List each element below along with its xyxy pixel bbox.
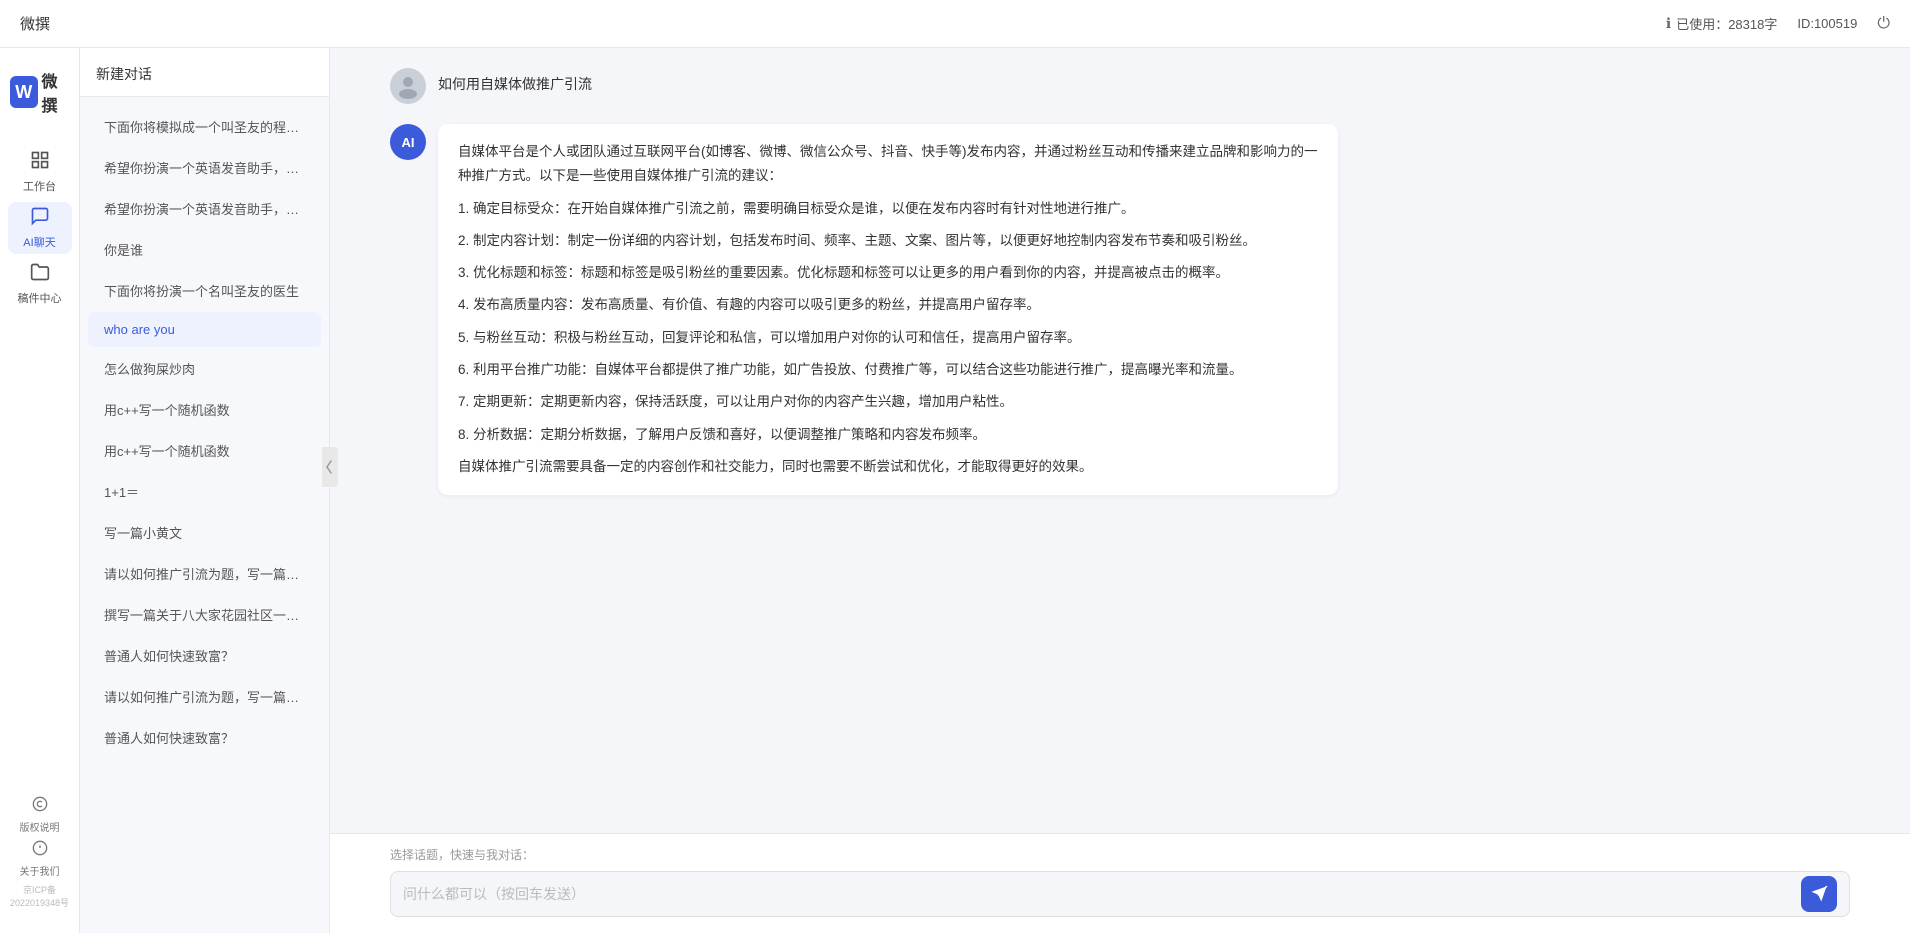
- chat-history-item-4[interactable]: 你是谁: [88, 230, 321, 269]
- copyright-icon: [32, 796, 48, 817]
- drafts-label: 稿件中心: [18, 290, 62, 306]
- chat-history-item-10[interactable]: 1+1＝: [88, 472, 321, 511]
- send-button[interactable]: [1801, 876, 1837, 912]
- chat-history-item-1[interactable]: 下面你将模拟成一个叫圣友的程序员，我说...: [88, 107, 321, 146]
- about-item[interactable]: 关于我们: [8, 839, 72, 879]
- new-chat-label[interactable]: 新建对话: [96, 66, 152, 82]
- input-area: 选择话题，快速与我对话：: [330, 833, 1910, 933]
- chat-sidebar: 新建对话 下面你将模拟成一个叫圣友的程序员，我说... 希望你扮演一个英语发音助…: [80, 48, 330, 933]
- info-icon: ℹ: [1666, 15, 1671, 32]
- chat-history-item-6[interactable]: who are you: [88, 312, 321, 347]
- ai-chat-label: AI聊天: [23, 234, 55, 250]
- ai-point-6: 6. 利用平台推广功能：自媒体平台都提供了推广功能，如广告投放、付费推广等，可以…: [458, 358, 1318, 382]
- sidebar-item-ai-chat[interactable]: AI聊天: [8, 202, 72, 254]
- chat-history-item-12[interactable]: 请以如何推广引流为题，写一篇大纲: [88, 554, 321, 593]
- sidebar-item-drafts[interactable]: 稿件中心: [8, 258, 72, 310]
- about-icon: [32, 840, 48, 861]
- nav-bottom: 版权说明 关于我们 京ICP备2022019348号: [0, 795, 79, 917]
- icp-text: 京ICP备2022019348号: [0, 883, 79, 909]
- usage-info: ℹ 已使用：28318字: [1666, 14, 1777, 33]
- chat-history-list: 下面你将模拟成一个叫圣友的程序员，我说... 希望你扮演一个英语发音助手，我提供…: [80, 97, 329, 933]
- topbar-right: ℹ 已使用：28318字 ID:100519 ⏻: [1666, 14, 1890, 33]
- ai-point-3: 3. 优化标题和标签：标题和标签是吸引粉丝的重要因素。优化标题和标签可以让更多的…: [458, 261, 1318, 285]
- user-avatar: [390, 68, 426, 104]
- app-title: 微撰: [20, 13, 50, 34]
- collapse-sidebar-button[interactable]: [322, 447, 338, 487]
- ai-message: AI 自媒体平台是个人或团队通过互联网平台(如博客、微博、微信公众号、抖音、快手…: [390, 124, 1850, 495]
- chat-history-item-16[interactable]: 普通人如何快速致富？: [88, 718, 321, 757]
- quick-topics-label: 选择话题，快速与我对话：: [390, 846, 1850, 863]
- sidebar-item-workbench[interactable]: 工作台: [8, 146, 72, 198]
- usage-label: 已使用：28318字: [1676, 14, 1777, 33]
- id-label: ID:100519: [1797, 16, 1857, 31]
- sidebar-header: 新建对话: [80, 48, 329, 97]
- chat-area: 如何用自媒体做推广引流 AI 自媒体平台是个人或团队通过互联网平台(如博客、微博…: [330, 48, 1910, 933]
- ai-point-2: 2. 制定内容计划：制定一份详细的内容计划，包括发布时间、频率、主题、文案、图片…: [458, 229, 1318, 253]
- chat-history-item-14[interactable]: 普通人如何快速致富？: [88, 636, 321, 675]
- ai-point-5: 5. 与粉丝互动：积极与粉丝互动，回复评论和私信，可以增加用户对你的认可和信任，…: [458, 326, 1318, 350]
- chat-input[interactable]: [403, 872, 1801, 916]
- chat-history-item-7[interactable]: 怎么做狗屎炒肉: [88, 349, 321, 388]
- chat-icon: [30, 206, 50, 231]
- ai-point-4: 4. 发布高质量内容：发布高质量、有价值、有趣的内容可以吸引更多的粉丝，并提高用…: [458, 293, 1318, 317]
- ai-conclusion: 自媒体推广引流需要具备一定的内容创作和社交能力，同时也需要不断尝试和优化，才能取…: [458, 455, 1318, 479]
- input-box: [390, 871, 1850, 917]
- chat-history-item-15[interactable]: 请以如何推广引流为题，写一篇大纲: [88, 677, 321, 716]
- user-message-text: 如何用自媒体做推广引流: [438, 68, 592, 94]
- chat-history-item-5[interactable]: 下面你将扮演一个名叫圣友的医生: [88, 271, 321, 310]
- chat-history-item-2[interactable]: 希望你扮演一个英语发音助手，我提供给你...: [88, 148, 321, 187]
- topbar: 微撰 ℹ 已使用：28318字 ID:100519 ⏻: [0, 0, 1910, 48]
- logo-icon: W: [10, 76, 38, 108]
- chat-history-item-9[interactable]: 用c++写一个随机函数: [88, 431, 321, 470]
- ai-point-1: 1. 确定目标受众：在开始自媒体推广引流之前，需要明确目标受众是谁，以便在发布内…: [458, 197, 1318, 221]
- logo-text: 微撰: [42, 68, 70, 116]
- chat-history-item-13[interactable]: 撰写一篇关于八大家花园社区一刻钟便民生...: [88, 595, 321, 634]
- workbench-label: 工作台: [23, 178, 56, 194]
- chat-messages: 如何用自媒体做推广引流 AI 自媒体平台是个人或团队通过互联网平台(如博客、微博…: [330, 48, 1910, 833]
- chat-history-item-8[interactable]: 用c++写一个随机函数: [88, 390, 321, 429]
- ai-intro: 自媒体平台是个人或团队通过互联网平台(如博客、微博、微信公众号、抖音、快手等)发…: [458, 140, 1318, 189]
- ai-point-8: 8. 分析数据：定期分析数据，了解用户反馈和喜好，以便调整推广策略和内容发布频率…: [458, 423, 1318, 447]
- left-nav: W 微撰 工作台 AI聊天 稿件中心 版权说明: [0, 48, 80, 933]
- power-icon[interactable]: ⏻: [1877, 15, 1890, 33]
- about-label: 关于我们: [20, 863, 60, 878]
- ai-point-7: 7. 定期更新：定期更新内容，保持活跃度，可以让用户对你的内容产生兴趣，增加用户…: [458, 390, 1318, 414]
- chat-history-item-3[interactable]: 希望你扮演一个英语发音助手，我提供给你...: [88, 189, 321, 228]
- copyright-item[interactable]: 版权说明: [8, 795, 72, 835]
- drafts-icon: [30, 262, 50, 287]
- user-message: 如何用自媒体做推广引流: [390, 68, 1850, 104]
- chat-history-item-11[interactable]: 写一篇小黄文: [88, 513, 321, 552]
- workbench-icon: [30, 150, 50, 175]
- ai-message-content: 自媒体平台是个人或团队通过互联网平台(如博客、微博、微信公众号、抖音、快手等)发…: [438, 124, 1338, 495]
- logo-area: W 微撰: [0, 68, 79, 116]
- copyright-label: 版权说明: [20, 819, 60, 834]
- ai-avatar: AI: [390, 124, 426, 160]
